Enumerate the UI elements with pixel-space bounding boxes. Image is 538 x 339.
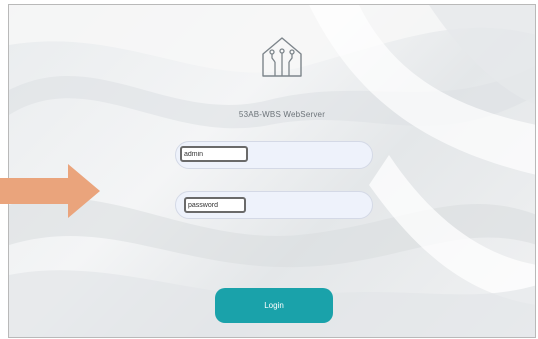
house-circuit-icon (262, 37, 302, 77)
right-arrow-icon (0, 164, 100, 218)
app-title: 53AB-WBS WebServer (238, 110, 326, 119)
password-input[interactable] (184, 197, 246, 213)
username-input[interactable] (180, 146, 248, 162)
login-button[interactable]: Login (215, 288, 333, 323)
